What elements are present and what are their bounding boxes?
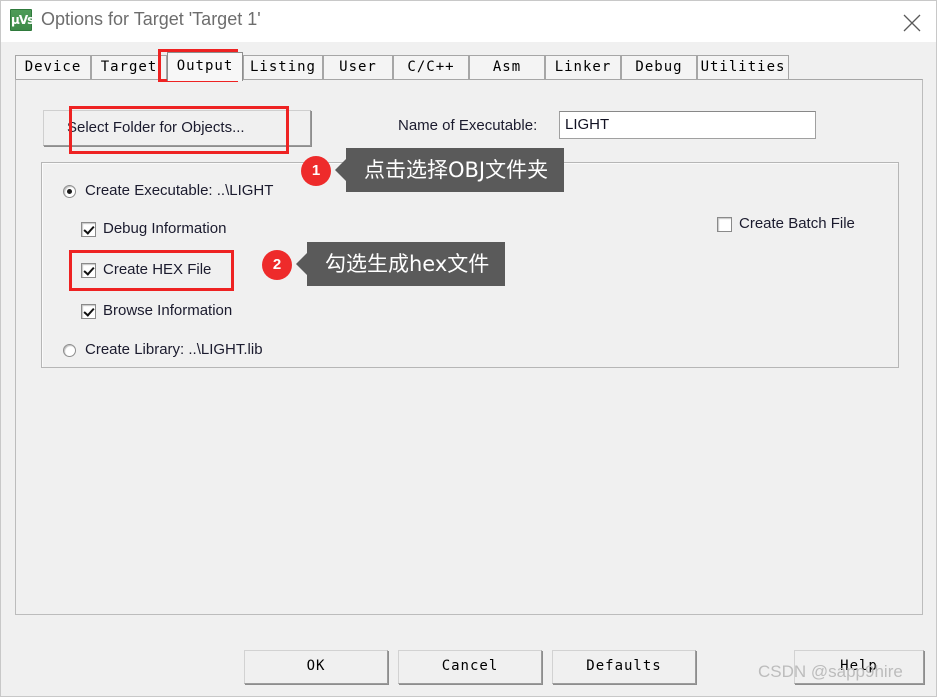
annotation-badge-2: 2 bbox=[262, 250, 292, 280]
annotation-callout-1: 点击选择OBJ文件夹 bbox=[334, 148, 565, 192]
annotation-callout-2: 勾选生成hex文件 bbox=[295, 242, 506, 286]
annotation-badge-1: 1 bbox=[301, 156, 331, 186]
help-button[interactable]: Help bbox=[794, 650, 924, 684]
defaults-button[interactable]: Defaults bbox=[552, 650, 696, 684]
tab-output[interactable]: Output bbox=[167, 52, 243, 81]
ok-button[interactable]: OK bbox=[244, 650, 388, 684]
cancel-button[interactable]: Cancel bbox=[398, 650, 542, 684]
options-dialog: µVs Options for Target 'Target 1' Device… bbox=[0, 0, 937, 697]
dialog-button-bar: OK Cancel Defaults Help bbox=[1, 1, 936, 696]
